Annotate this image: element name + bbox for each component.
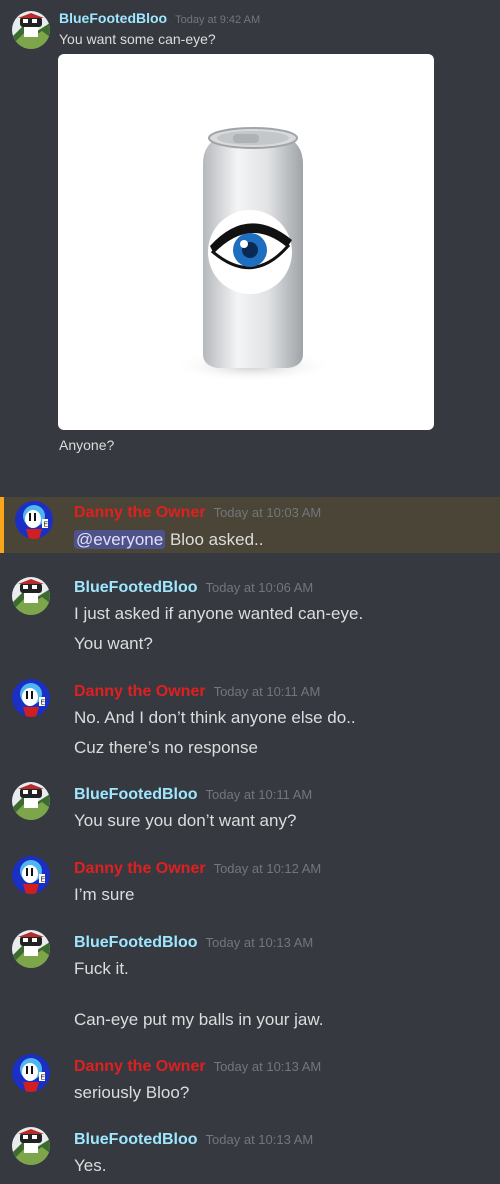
everyone-mention[interactable]: @everyone xyxy=(74,530,166,549)
message-header: BlueFootedBloo Today at 10:13 AM xyxy=(74,934,313,952)
image-attachment[interactable] xyxy=(58,54,434,430)
message-header: Danny the Owner Today at 10:13 AM xyxy=(74,1058,321,1076)
message-text: You want some can-eye? xyxy=(59,31,216,47)
message-text: seriously Bloo? xyxy=(74,1083,190,1102)
author-name[interactable]: Danny the Owner xyxy=(74,860,206,877)
message-body: Bloo asked.. xyxy=(169,530,264,549)
avatar-image xyxy=(15,501,53,539)
bloo-avatar[interactable] xyxy=(12,930,50,968)
timestamp: Today at 10:11 AM xyxy=(213,684,321,699)
message-text: I’m sure xyxy=(74,885,135,904)
message-text: Cuz there’s no response xyxy=(74,738,258,757)
author-name[interactable]: Danny the Owner xyxy=(74,1058,206,1075)
danny-avatar[interactable] xyxy=(12,679,50,717)
danny-avatar[interactable] xyxy=(12,1054,50,1092)
avatar-image xyxy=(12,679,50,717)
author-name[interactable]: Danny the Owner xyxy=(74,504,206,521)
timestamp: Today at 10:11 AM xyxy=(205,787,313,802)
bloo-avatar[interactable] xyxy=(12,577,50,615)
author-name[interactable]: BlueFootedBloo xyxy=(74,786,198,803)
message-header: Danny the Owner Today at 10:11 AM xyxy=(74,683,320,701)
soda-can-with-eye-image xyxy=(173,127,333,382)
bloo-avatar[interactable] xyxy=(12,782,50,820)
author-name[interactable]: BlueFootedBloo xyxy=(74,579,198,596)
avatar-image xyxy=(12,577,50,615)
message-text: Anyone? xyxy=(59,437,115,453)
message-header: BlueFootedBloo Today at 10:11 AM xyxy=(74,786,312,804)
message-text: You want? xyxy=(74,634,153,653)
avatar-image xyxy=(12,782,50,820)
bloo-avatar[interactable] xyxy=(12,11,50,49)
timestamp: Today at 10:12 AM xyxy=(213,861,322,876)
danny-avatar[interactable] xyxy=(15,501,53,539)
timestamp: Today at 10:06 AM xyxy=(205,580,314,595)
message-text: You sure you don’t want any? xyxy=(74,811,297,830)
message-text: Yes. xyxy=(74,1156,107,1175)
timestamp: Today at 10:13 AM xyxy=(205,935,314,950)
avatar-image xyxy=(12,856,50,894)
message-header: BlueFootedBloo Today at 9:42 AM xyxy=(59,10,260,28)
bloo-avatar[interactable] xyxy=(12,1127,50,1165)
avatar-image xyxy=(12,1127,50,1165)
author-name[interactable]: BlueFootedBloo xyxy=(74,934,198,951)
message-header: BlueFootedBloo Today at 10:06 AM xyxy=(74,579,313,597)
author-name[interactable]: Danny the Owner xyxy=(74,683,206,700)
author-name[interactable]: BlueFootedBloo xyxy=(74,1131,198,1148)
message-text: Fuck it. xyxy=(74,959,129,978)
message-header: BlueFootedBloo Today at 10:13 AM xyxy=(74,1131,313,1149)
author-name[interactable]: BlueFootedBloo xyxy=(59,10,167,26)
timestamp: Today at 10:13 AM xyxy=(205,1132,314,1147)
timestamp: Today at 9:42 AM xyxy=(175,14,261,26)
message-header: Danny the Owner Today at 10:12 AM xyxy=(74,860,321,878)
message-text: No. And I don’t think anyone else do.. xyxy=(74,708,356,727)
avatar-image xyxy=(12,11,50,49)
message-header: Danny the Owner Today at 10:03 AM xyxy=(74,504,321,522)
timestamp: Today at 10:13 AM xyxy=(213,1059,322,1074)
message-text: Can-eye put my balls in your jaw. xyxy=(74,1010,324,1029)
danny-avatar[interactable] xyxy=(12,856,50,894)
message-text: @everyone Bloo asked.. xyxy=(74,530,264,550)
avatar-image xyxy=(12,1054,50,1092)
timestamp: Today at 10:03 AM xyxy=(213,505,322,520)
message-text: I just asked if anyone wanted can-eye. xyxy=(74,604,364,623)
avatar-image xyxy=(12,930,50,968)
